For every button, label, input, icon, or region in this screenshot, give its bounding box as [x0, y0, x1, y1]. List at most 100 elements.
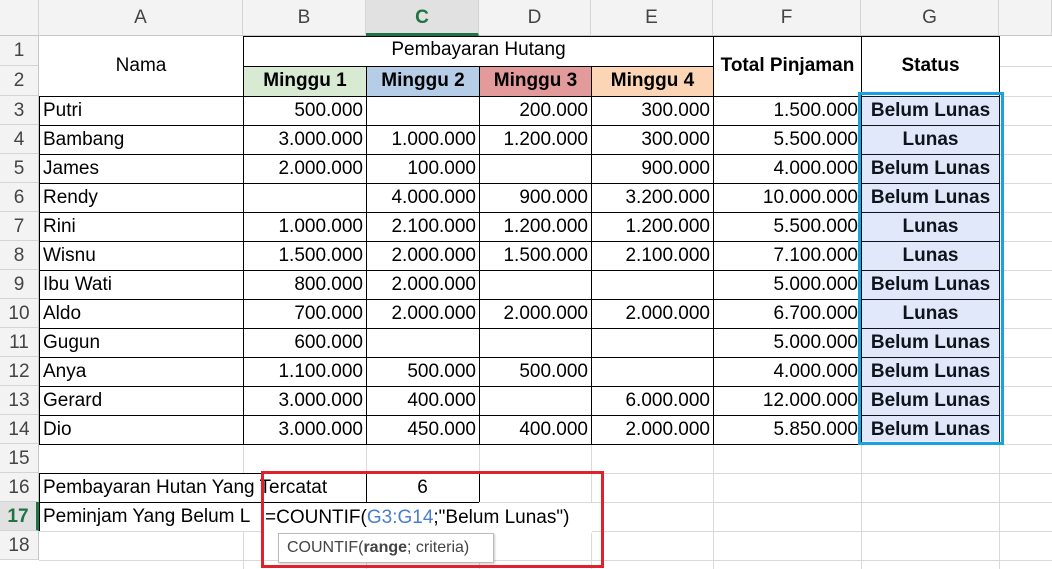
- cell-minggu-1[interactable]: 2.000.000: [244, 155, 366, 183]
- row-header-14[interactable]: 14: [0, 415, 39, 444]
- summary-label-row16[interactable]: Pembayaran Hutan Yang Tercatat: [40, 474, 360, 502]
- cell-status[interactable]: Belum Lunas: [862, 387, 999, 415]
- cell-status[interactable]: Belum Lunas: [862, 271, 999, 299]
- row-header-3[interactable]: 3: [0, 96, 39, 125]
- cell-total-pinjaman[interactable]: 7.100.000: [714, 242, 861, 270]
- header-pembayaran-hutang[interactable]: Pembayaran Hutang: [244, 36, 713, 66]
- cell-minggu-2[interactable]: 2.000.000: [367, 300, 479, 328]
- cell-minggu-2[interactable]: 100.000: [367, 155, 479, 183]
- cell-minggu-3[interactable]: 400.000: [480, 416, 591, 444]
- row-header-15[interactable]: 15: [0, 444, 39, 473]
- cell-total-pinjaman[interactable]: 6.700.000: [714, 300, 861, 328]
- cell-nama[interactable]: Gugun: [40, 329, 104, 357]
- row-header-11[interactable]: 11: [0, 328, 39, 357]
- column-header-b[interactable]: B: [243, 0, 366, 36]
- row-header-16[interactable]: 16: [0, 473, 39, 502]
- cell-minggu-2[interactable]: [367, 329, 479, 357]
- header-minggu-1[interactable]: Minggu 1: [244, 67, 366, 96]
- cell-minggu-3[interactable]: 900.000: [480, 184, 591, 212]
- cell-minggu-4[interactable]: 2.000.000: [592, 300, 713, 328]
- cell-status[interactable]: Belum Lunas: [862, 184, 999, 212]
- cell-minggu-3[interactable]: [480, 387, 591, 415]
- header-nama[interactable]: Nama: [39, 36, 243, 96]
- cell-minggu-1[interactable]: 3.000.000: [244, 126, 366, 154]
- header-status[interactable]: Status: [862, 36, 999, 96]
- cell-total-pinjaman[interactable]: 10.000.000: [714, 184, 861, 212]
- header-minggu-3[interactable]: Minggu 3: [480, 67, 591, 96]
- column-header-d[interactable]: D: [479, 0, 591, 36]
- cell-minggu-3[interactable]: 500.000: [480, 358, 591, 386]
- cell-total-pinjaman[interactable]: 4.000.000: [714, 155, 861, 183]
- cell-minggu-4[interactable]: [592, 271, 713, 299]
- header-total-pinjaman[interactable]: Total Pinjaman: [714, 36, 861, 96]
- row-header-8[interactable]: 8: [0, 241, 39, 270]
- cell-minggu-3[interactable]: 1.200.000: [480, 126, 591, 154]
- cell-nama[interactable]: Aldo: [40, 300, 85, 328]
- cell-total-pinjaman[interactable]: 5.500.000: [714, 213, 861, 241]
- cell-status[interactable]: Belum Lunas: [862, 416, 999, 444]
- cell-nama[interactable]: Rendy: [40, 184, 101, 212]
- cell-nama[interactable]: Gerard: [40, 387, 106, 415]
- cell-minggu-4[interactable]: 300.000: [592, 126, 713, 154]
- cell-minggu-2[interactable]: 1.000.000: [367, 126, 479, 154]
- row-header-5[interactable]: 5: [0, 154, 39, 183]
- cell-minggu-1[interactable]: 500.000: [244, 97, 366, 125]
- cell-status[interactable]: Belum Lunas: [862, 155, 999, 183]
- cell-minggu-4[interactable]: 3.200.000: [592, 184, 713, 212]
- cell-minggu-4[interactable]: 2.000.000: [592, 416, 713, 444]
- cell-status[interactable]: Belum Lunas: [862, 358, 999, 386]
- cell-minggu-2[interactable]: 2.000.000: [367, 242, 479, 270]
- cell-minggu-1[interactable]: 3.000.000: [244, 387, 366, 415]
- summary-value-row16[interactable]: 6: [367, 474, 478, 502]
- cell-minggu-3[interactable]: 200.000: [480, 97, 591, 125]
- cell-minggu-4[interactable]: 300.000: [592, 97, 713, 125]
- cell-minggu-4[interactable]: [592, 358, 713, 386]
- cell-nama[interactable]: Putri: [40, 97, 86, 125]
- cell-nama[interactable]: Anya: [40, 358, 90, 386]
- cell-nama[interactable]: Wisnu: [40, 242, 99, 270]
- cell-minggu-1[interactable]: 600.000: [244, 329, 366, 357]
- cell-minggu-2[interactable]: 500.000: [367, 358, 479, 386]
- cell-minggu-1[interactable]: 800.000: [244, 271, 366, 299]
- cell-total-pinjaman[interactable]: 5.500.000: [714, 126, 861, 154]
- cell-status[interactable]: Belum Lunas: [862, 97, 999, 125]
- cell-minggu-4[interactable]: 2.100.000: [592, 242, 713, 270]
- row-header-6[interactable]: 6: [0, 183, 39, 212]
- cell-minggu-3[interactable]: 1.500.000: [480, 242, 591, 270]
- cell-minggu-2[interactable]: 4.000.000: [367, 184, 479, 212]
- cell-nama[interactable]: Rini: [40, 213, 79, 241]
- cell-minggu-3[interactable]: 2.000.000: [480, 300, 591, 328]
- row-header-18[interactable]: 18: [0, 531, 39, 560]
- cell-minggu-4[interactable]: 1.200.000: [592, 213, 713, 241]
- cell-minggu-4[interactable]: [592, 329, 713, 357]
- cell-total-pinjaman[interactable]: 5.850.000: [714, 416, 861, 444]
- formula-edit-cell[interactable]: =COUNTIF(G3:G14;"Belum Lunas"): [262, 503, 592, 533]
- cell-total-pinjaman[interactable]: 4.000.000: [714, 358, 861, 386]
- spreadsheet-grid[interactable]: A B C D E F G 1 2 3 4 5 6 7 8 9 10 11 12 13 14 15 16 17 18 Nama Pe…: [0, 0, 1052, 569]
- cell-minggu-1[interactable]: 1.000.000: [244, 213, 366, 241]
- column-header-a[interactable]: A: [39, 0, 243, 36]
- cell-status[interactable]: Lunas: [862, 242, 999, 270]
- row-header-7[interactable]: 7: [0, 212, 39, 241]
- cell-minggu-3[interactable]: [480, 271, 591, 299]
- cell-nama[interactable]: Dio: [40, 416, 75, 444]
- cell-status[interactable]: Belum Lunas: [862, 329, 999, 357]
- cell-minggu-2[interactable]: 2.100.000: [367, 213, 479, 241]
- cell-minggu-2[interactable]: 2.000.000: [367, 271, 479, 299]
- column-header-g[interactable]: G: [861, 0, 999, 36]
- cell-minggu-1[interactable]: 1.500.000: [244, 242, 366, 270]
- cell-minggu-1[interactable]: [244, 184, 366, 212]
- row-header-10[interactable]: 10: [0, 299, 39, 328]
- cell-minggu-4[interactable]: 900.000: [592, 155, 713, 183]
- row-header-4[interactable]: 4: [0, 125, 39, 154]
- cell-minggu-3[interactable]: 1.200.000: [480, 213, 591, 241]
- row-header-13[interactable]: 13: [0, 386, 39, 415]
- cell-minggu-2[interactable]: 400.000: [367, 387, 479, 415]
- column-header-c[interactable]: C: [366, 0, 479, 36]
- cell-minggu-2[interactable]: 450.000: [367, 416, 479, 444]
- column-header-f[interactable]: F: [713, 0, 861, 36]
- cell-status[interactable]: Lunas: [862, 213, 999, 241]
- cell-minggu-3[interactable]: [480, 155, 591, 183]
- function-tooltip[interactable]: COUNTIF(range; criteria): [278, 533, 494, 563]
- row-header-17[interactable]: 17: [0, 502, 39, 531]
